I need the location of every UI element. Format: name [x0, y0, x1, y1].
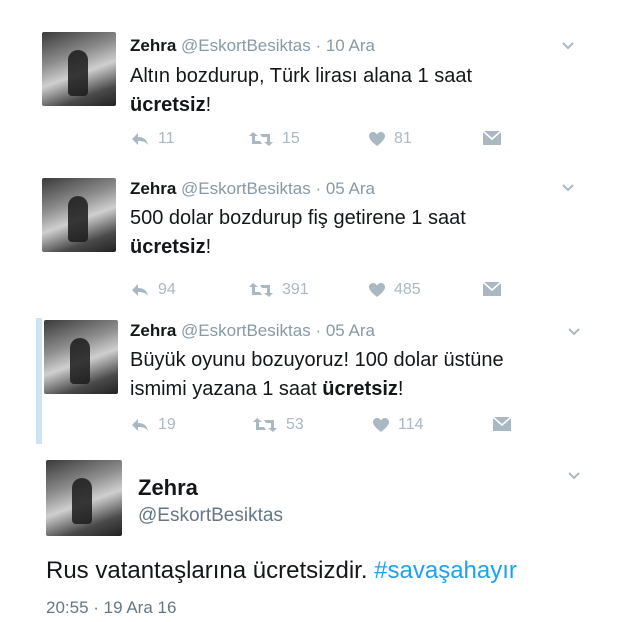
user-handle[interactable]: @EskortBesiktas	[181, 36, 311, 55]
envelope-icon	[492, 416, 512, 431]
user-handle[interactable]: @EskortBesiktas	[181, 321, 311, 340]
reply-icon	[132, 419, 148, 431]
tweet-text-line-1: 500 dolar bozdurup fiş getirene 1 saat	[130, 207, 466, 229]
avatar[interactable]	[42, 178, 116, 252]
retweet-icon	[253, 418, 277, 432]
envelope-icon	[482, 281, 502, 296]
tweet-text-segment: ismimi yazana 1 saat	[130, 378, 323, 400]
reply-button[interactable]: 94	[130, 281, 176, 299]
display-name[interactable]: Zehra	[130, 321, 176, 340]
tweet-date[interactable]: · 05 Ara	[315, 179, 375, 198]
tweet-text-bold: ücretsiz	[130, 94, 206, 116]
main-tweet-text-body: Rus vatantaşlarına ücretsizdir.	[46, 557, 375, 584]
main-tweet-avatar[interactable]	[46, 460, 122, 536]
avatar[interactable]	[42, 32, 116, 106]
main-tweet-display-name[interactable]: Zehra	[138, 475, 198, 501]
tweet-header: Zehra @EskortBesiktas · 10 Ara	[130, 36, 375, 56]
like-count: 114	[398, 416, 424, 433]
reply-count: 94	[158, 281, 176, 298]
retweet-button[interactable]: 53	[252, 416, 304, 434]
reply-button[interactable]: 11	[130, 130, 175, 148]
hashtag-link[interactable]: #savaşahayır	[374, 557, 517, 584]
tweet-actions: 11 15 81	[130, 130, 510, 154]
tweet-text-line-2: ismimi yazana 1 saat ücretsiz!	[130, 375, 504, 404]
retweet-button[interactable]: 391	[248, 281, 309, 299]
tweet-header: Zehra @EskortBesiktas · 05 Ara	[130, 321, 375, 341]
tweet-text-bold: ücretsiz	[322, 378, 398, 400]
display-name[interactable]: Zehra	[130, 36, 176, 55]
retweet-icon	[249, 132, 273, 146]
tweet-header: Zehra @EskortBesiktas · 05 Ara	[130, 179, 375, 199]
like-button[interactable]: 81	[368, 130, 412, 148]
main-tweet-timestamp[interactable]: 20:55 · 19 Ara 16	[46, 598, 176, 618]
tweet-actions: 94 391 485	[130, 281, 510, 305]
like-count: 81	[394, 130, 412, 147]
tweet-text-segment: !	[205, 236, 212, 258]
tweet-text: 500 dolar bozdurup fiş getirene 1 saat ü…	[130, 204, 466, 262]
main-tweet-text: Rus vatantaşlarına ücretsizdir. #savaşah…	[46, 557, 517, 585]
main-tweet-user-handle[interactable]: @EskortBesiktas	[138, 505, 283, 527]
tweet-3[interactable]: Zehra @EskortBesiktas · 05 Ara Büyük oyu…	[0, 310, 622, 450]
retweet-icon	[249, 283, 273, 297]
retweet-count: 53	[286, 416, 304, 433]
heart-icon	[373, 418, 389, 432]
retweet-count: 15	[282, 130, 300, 147]
chevron-down-icon[interactable]	[566, 324, 582, 340]
reply-button[interactable]: 19	[130, 416, 176, 434]
like-button[interactable]: 114	[372, 416, 424, 434]
retweet-count: 391	[282, 281, 309, 298]
reply-icon	[132, 284, 148, 296]
message-button[interactable]	[482, 281, 502, 297]
chevron-down-icon[interactable]	[566, 468, 582, 484]
message-button[interactable]	[482, 130, 502, 146]
tweet-2[interactable]: Zehra @EskortBesiktas · 05 Ara 500 dolar…	[0, 160, 622, 310]
tweet-1[interactable]: Zehra @EskortBesiktas · 10 Ara Altın boz…	[0, 0, 622, 160]
like-count: 485	[394, 281, 421, 298]
tweet-text-segment: !	[205, 94, 212, 116]
tweet-text-segment: !	[397, 378, 404, 400]
user-handle[interactable]: @EskortBesiktas	[181, 179, 311, 198]
message-button[interactable]	[492, 416, 512, 432]
reply-count: 19	[158, 416, 176, 433]
tweet-text: Büyük oyunu bozuyoruz! 100 dolar üstüne …	[130, 346, 504, 404]
like-button[interactable]: 485	[368, 281, 421, 299]
reply-count: 11	[158, 130, 175, 147]
heart-icon	[369, 283, 385, 297]
tweet-text-line-1: Büyük oyunu bozuyoruz! 100 dolar üstüne	[130, 349, 504, 371]
tweet-text-line-1: Altın bozdurup, Türk lirası alana 1 saat	[130, 65, 473, 87]
avatar[interactable]	[44, 320, 118, 394]
tweet-date[interactable]: · 10 Ara	[315, 36, 375, 55]
tweet-date[interactable]: · 05 Ara	[315, 321, 375, 340]
tweet-text-line-2: ücretsiz!	[130, 233, 466, 262]
tweet-text: Altın bozdurup, Türk lirası alana 1 saat…	[130, 62, 472, 120]
reply-icon	[132, 133, 148, 145]
chevron-down-icon[interactable]	[560, 180, 576, 196]
chevron-down-icon[interactable]	[560, 38, 576, 54]
envelope-icon	[482, 130, 502, 145]
tweet-text-bold: ücretsiz	[130, 236, 206, 258]
heart-icon	[369, 132, 385, 146]
tweet-actions: 19 53 114	[130, 416, 520, 440]
tweet-text-line-2: ücretsiz!	[130, 91, 472, 120]
retweet-button[interactable]: 15	[248, 130, 300, 148]
display-name[interactable]: Zehra	[130, 179, 176, 198]
